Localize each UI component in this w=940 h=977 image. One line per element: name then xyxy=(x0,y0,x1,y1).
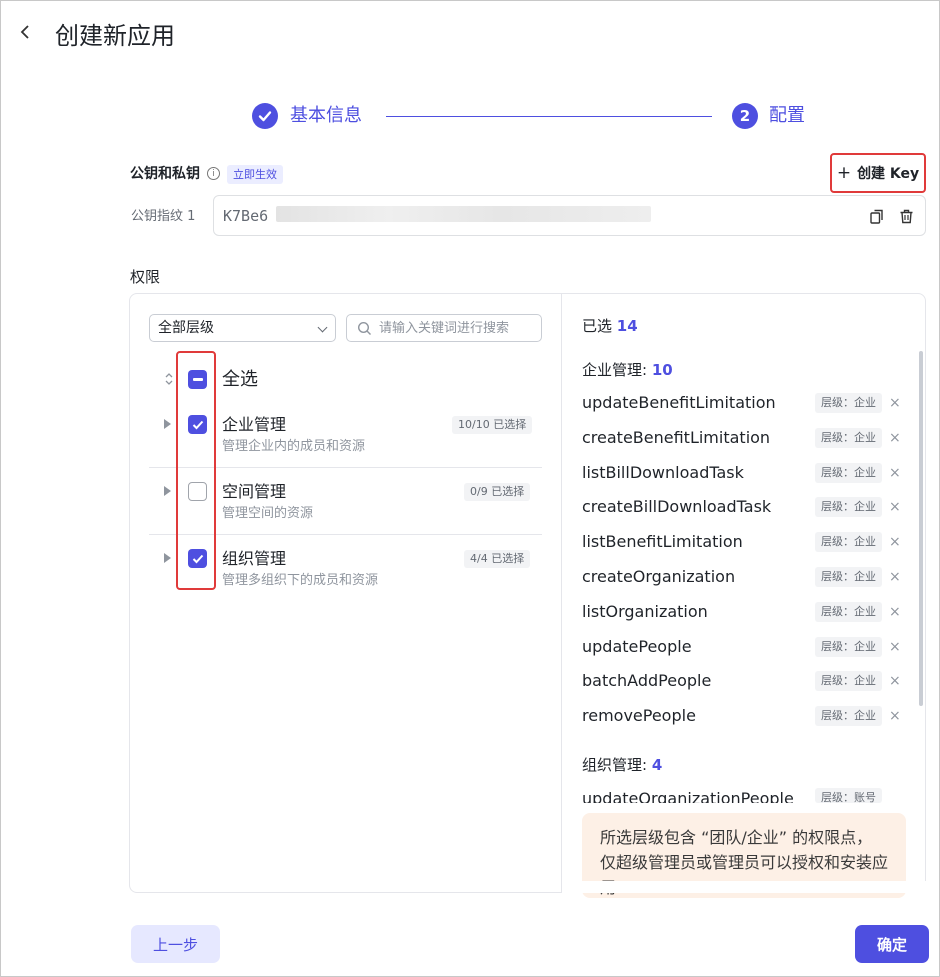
select-all-checkbox[interactable] xyxy=(188,370,207,389)
expand-arrow-icon[interactable] xyxy=(164,486,171,496)
level-tag: 层级：企业 xyxy=(815,567,882,587)
level-select-value: 全部层级 xyxy=(158,320,214,336)
group-desc: 管理空间的资源 xyxy=(222,506,314,521)
app-window: 创建新应用 基本信息 2 配置 公钥和私钥 i 立即生效 + 创建 Key 公钥… xyxy=(0,0,940,977)
level-tag: 层级：企业 xyxy=(815,671,882,692)
confirm-button[interactable]: 确定 xyxy=(855,925,929,963)
row-divider xyxy=(149,467,542,468)
api-item: batchAddPeople xyxy=(582,671,712,691)
step-config: 配置 xyxy=(769,105,805,126)
group-name: 空间管理 xyxy=(222,482,287,501)
remove-icon[interactable]: × xyxy=(889,671,901,691)
selected-header: 已选 14 xyxy=(582,316,638,336)
selected-total: 14 xyxy=(616,317,638,335)
fingerprint-value: K7Be6 xyxy=(223,207,269,225)
api-item: createBillDownloadTask xyxy=(582,497,772,517)
chevron-left-icon[interactable] xyxy=(19,21,31,49)
copy-icon[interactable] xyxy=(868,207,886,225)
level-tag: 层级：企业 xyxy=(815,427,882,448)
api-item: updateBenefitLimitation xyxy=(582,393,776,412)
remove-icon[interactable]: × xyxy=(889,567,901,587)
category-header: 组织管理: 4 xyxy=(582,755,662,775)
create-key-label: 创建 Key xyxy=(857,166,920,182)
group-desc: 管理企业内的成员和资源 xyxy=(222,439,366,454)
remove-icon[interactable]: × xyxy=(889,637,901,657)
group-name: 企业管理 xyxy=(222,415,287,434)
level-tag: 层级：企业 xyxy=(815,462,882,483)
remove-icon[interactable]: × xyxy=(889,497,901,517)
group-checkbox-space[interactable] xyxy=(188,482,207,501)
remove-icon[interactable]: × xyxy=(889,532,901,552)
effective-badge: 立即生效 xyxy=(227,165,283,184)
remove-icon[interactable]: × xyxy=(889,602,901,622)
group-count: 4/4 已选择 xyxy=(464,550,531,568)
search-input[interactable] xyxy=(379,319,534,337)
key-section-label: 公钥和私钥 xyxy=(130,166,200,182)
expand-arrow-icon[interactable] xyxy=(164,419,171,429)
group-name: 组织管理 xyxy=(222,549,287,568)
page-title: 创建新应用 xyxy=(55,22,175,50)
category-header: 企业管理: 10 xyxy=(582,360,673,380)
api-item: createBenefitLimitation xyxy=(582,427,771,447)
api-item: removePeople xyxy=(582,706,696,726)
category-count: 4 xyxy=(651,756,663,774)
api-item: listBillDownloadTask xyxy=(582,462,744,482)
level-tag: 层级：企业 xyxy=(815,497,882,518)
group-checkbox-enterprise[interactable] xyxy=(188,415,207,434)
expand-arrow-icon[interactable] xyxy=(164,553,171,563)
panel-divider xyxy=(561,293,562,893)
step-number: 2 xyxy=(732,103,758,129)
plus-icon: + xyxy=(836,163,852,183)
search-icon xyxy=(357,321,371,335)
selected-label: 已选 xyxy=(582,317,613,335)
level-tag: 层级：企业 xyxy=(815,706,882,727)
api-item: createOrganization xyxy=(582,567,736,586)
expand-collapse-icon[interactable] xyxy=(164,371,174,391)
remove-icon[interactable]: × xyxy=(889,463,901,483)
api-item: listBenefitLimitation xyxy=(582,532,743,552)
level-tag: 层级：企业 xyxy=(815,393,882,413)
permissions-title: 权限 xyxy=(130,268,161,286)
chevron-down-icon xyxy=(317,322,328,333)
step-basic-info: 基本信息 xyxy=(290,105,362,126)
fingerprint-label: 公钥指纹 1 xyxy=(131,209,196,224)
level-tag: 层级：账号 xyxy=(815,788,882,803)
scrollbar[interactable] xyxy=(919,351,923,706)
api-item: listOrganization xyxy=(582,601,708,621)
search-box[interactable] xyxy=(346,314,542,342)
level-tag: 层级：企业 xyxy=(815,601,882,622)
group-checkbox-organization[interactable] xyxy=(188,549,207,568)
select-all-label: 全选 xyxy=(222,369,258,390)
fingerprint-redacted xyxy=(276,206,651,222)
step-done-check-icon xyxy=(252,103,278,129)
category-name: 企业管理: xyxy=(582,361,648,379)
remove-icon[interactable]: × xyxy=(889,428,901,448)
level-tag: 层级：企业 xyxy=(815,636,882,657)
api-item: updatePeople xyxy=(582,636,692,656)
level-tag: 层级：企业 xyxy=(815,532,882,553)
group-desc: 管理多组织下的成员和资源 xyxy=(222,573,379,588)
api-item: updateOrganizationPeople xyxy=(582,789,794,803)
create-key-button[interactable]: + 创建 Key xyxy=(830,153,926,193)
category-count: 10 xyxy=(651,361,673,379)
delete-icon[interactable] xyxy=(897,207,915,225)
row-divider xyxy=(149,534,542,535)
category-name: 组织管理: xyxy=(582,756,648,774)
step-connector xyxy=(386,116,712,117)
panel-bottom-mask xyxy=(562,881,926,893)
group-count: 10/10 已选择 xyxy=(452,416,533,434)
previous-step-button[interactable]: 上一步 xyxy=(131,925,220,963)
level-select[interactable]: 全部层级 xyxy=(149,314,336,342)
info-icon[interactable]: i xyxy=(207,167,220,180)
group-count: 0/9 已选择 xyxy=(464,483,531,501)
remove-icon[interactable]: × xyxy=(889,706,901,726)
remove-icon[interactable]: × xyxy=(889,393,901,413)
